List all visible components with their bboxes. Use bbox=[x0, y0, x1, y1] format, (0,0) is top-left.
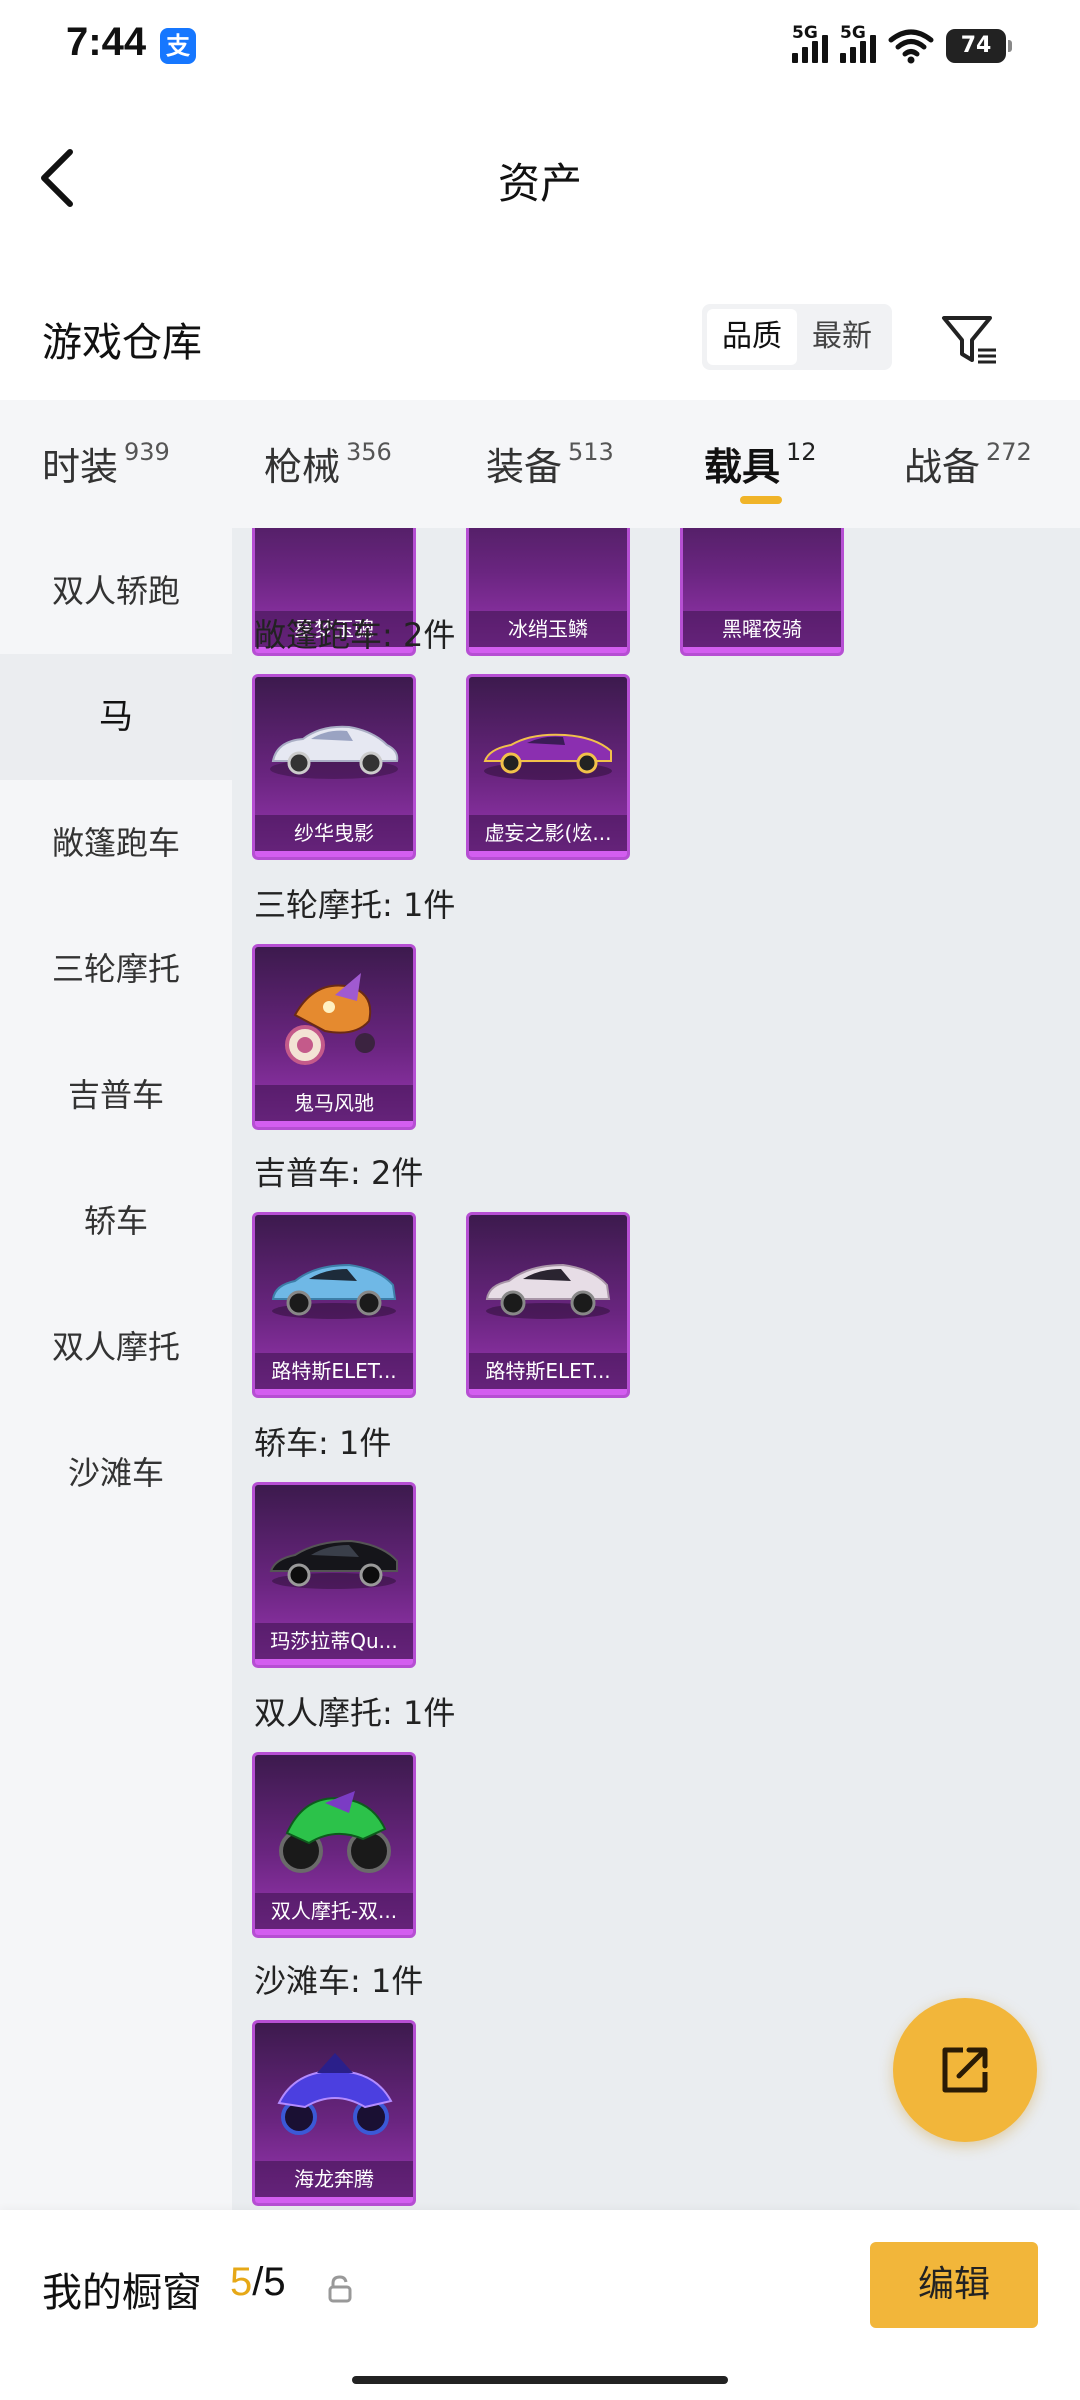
item-name: 海龙奔腾 bbox=[255, 2161, 413, 2197]
tab-label: 装备 bbox=[486, 445, 563, 489]
warehouse-row: 游戏仓库 品质 最新 bbox=[0, 290, 1080, 390]
section-title-sedan: 轿车: 1件 bbox=[254, 1424, 392, 1462]
sort-quality-button[interactable]: 品质 bbox=[707, 309, 797, 365]
battery-indicator: 74 bbox=[946, 29, 1012, 63]
subnav-item-horse[interactable]: 马 bbox=[0, 654, 232, 780]
item-card[interactable]: 路特斯ELET... bbox=[252, 1212, 416, 1398]
showcase-total: /5 bbox=[252, 2260, 286, 2304]
status-time: 7:44 bbox=[66, 20, 147, 64]
item-name: 双人摩托-双... bbox=[255, 1893, 413, 1929]
tab-label: 枪械 bbox=[264, 445, 341, 489]
home-indicator[interactable] bbox=[352, 2376, 728, 2384]
signal-1-label: 5G bbox=[792, 23, 818, 43]
item-card[interactable]: 纱华曳影 bbox=[252, 674, 416, 860]
vehicle-subnav: 双人轿跑 马 敞篷跑车 三轮摩托 吉普车 轿车 双人摩托 沙滩车 bbox=[0, 528, 232, 2210]
showcase-bar: 我的橱窗 5/5 编辑 bbox=[0, 2210, 1080, 2400]
tab-count: 12 bbox=[786, 438, 817, 466]
section-title-jeep: 吉普车: 2件 bbox=[254, 1154, 424, 1192]
item-name: 黑曜夜骑 bbox=[683, 611, 841, 647]
item-card[interactable]: 黑曜夜骑 bbox=[680, 528, 844, 656]
section-title-beach-buggy: 沙滩车: 1件 bbox=[254, 1962, 424, 2000]
alipay-icon: 支 bbox=[160, 28, 196, 64]
page-title: 资产 bbox=[497, 159, 582, 208]
tab-count: 513 bbox=[568, 438, 614, 466]
sort-toggle: 品质 最新 bbox=[702, 304, 892, 370]
subnav-item-beach-buggy[interactable]: 沙滩车 bbox=[0, 1410, 232, 1536]
section-title-double-moto: 双人摩托: 1件 bbox=[254, 1694, 456, 1732]
item-card[interactable]: 虚妄之影(炫... bbox=[466, 674, 630, 860]
sedan-black-image bbox=[269, 1539, 398, 1589]
share-external-icon bbox=[942, 2047, 988, 2093]
item-name: 路特斯ELET... bbox=[469, 1353, 627, 1389]
cellular-signal-2-icon: 5G bbox=[840, 23, 876, 63]
item-name: 玛莎拉蒂Qu... bbox=[255, 1623, 413, 1659]
share-fab-button[interactable] bbox=[893, 1998, 1037, 2142]
section-title-trike: 三轮摩托: 1件 bbox=[254, 886, 456, 924]
subnav-item-sedan[interactable]: 轿车 bbox=[0, 1158, 232, 1284]
subnav-item-trike[interactable]: 三轮摩托 bbox=[0, 906, 232, 1032]
cellular-signal-1-icon: 5G bbox=[792, 23, 828, 63]
tab-vehicles[interactable]: 载具 12 bbox=[704, 436, 817, 491]
sort-newest-button[interactable]: 最新 bbox=[797, 309, 887, 365]
motorcycle-green-image bbox=[279, 1791, 391, 1873]
item-card[interactable]: 冰绡玉鳞 bbox=[466, 528, 630, 656]
wifi-icon bbox=[888, 29, 934, 64]
tab-label: 时装 bbox=[42, 445, 119, 489]
tab-count: 939 bbox=[124, 438, 170, 466]
status-indicators: 5G 5G 74 bbox=[792, 23, 1012, 68]
item-card[interactable]: 鬼马风驰 bbox=[252, 944, 416, 1130]
tab-equipment[interactable]: 装备 513 bbox=[486, 436, 614, 491]
item-card[interactable]: 双人摩托-双... bbox=[252, 1752, 416, 1938]
trike-image bbox=[285, 973, 375, 1065]
vintage-car-image bbox=[270, 725, 399, 779]
subnav-item-convertible[interactable]: 敞篷跑车 bbox=[0, 780, 232, 906]
vehicle-content: 星梦玉骢 冰绡玉鳞 黑曜夜骑 敞篷跑车: 2件 纱华曳影 虚妄之影(炫... 三… bbox=[232, 528, 1080, 2210]
tab-count: 356 bbox=[346, 438, 392, 466]
item-name: 纱华曳影 bbox=[255, 815, 413, 851]
subnav-item-double-moto[interactable]: 双人摩托 bbox=[0, 1284, 232, 1410]
suv-blue-image bbox=[271, 1263, 397, 1319]
buggy-blue-image bbox=[277, 2053, 393, 2135]
tab-label: 战备 bbox=[904, 445, 981, 489]
active-tab-indicator bbox=[740, 496, 782, 504]
tab-label: 载具 bbox=[704, 445, 781, 489]
subnav-item-double-coupe[interactable]: 双人轿跑 bbox=[0, 528, 232, 654]
showcase-label: 我的橱窗 bbox=[42, 2270, 202, 2316]
item-name: 鬼马风驰 bbox=[255, 1085, 413, 1121]
muscle-car-image bbox=[483, 733, 612, 780]
filter-icon[interactable] bbox=[940, 312, 1000, 368]
item-card[interactable]: 路特斯ELET... bbox=[466, 1212, 630, 1398]
lock-icon[interactable] bbox=[326, 2274, 354, 2304]
tab-fashion[interactable]: 时装 939 bbox=[42, 436, 170, 491]
tab-guns[interactable]: 枪械 356 bbox=[264, 436, 392, 491]
tab-count: 272 bbox=[986, 438, 1032, 466]
item-name: 虚妄之影(炫... bbox=[469, 815, 627, 851]
showcase-used: 5 bbox=[230, 2260, 253, 2304]
item-name: 路特斯ELET... bbox=[255, 1353, 413, 1389]
status-bar: 7:44 支 5G 5G 74 bbox=[0, 0, 1080, 92]
section-title-convertible: 敞篷跑车: 2件 bbox=[254, 616, 456, 654]
item-card[interactable]: 海龙奔腾 bbox=[252, 2020, 416, 2206]
subnav-item-jeep[interactable]: 吉普车 bbox=[0, 1032, 232, 1158]
header: 资产 bbox=[0, 120, 1080, 240]
item-card[interactable]: 玛莎拉蒂Qu... bbox=[252, 1482, 416, 1668]
suv-silver-image bbox=[485, 1263, 611, 1319]
category-tabs: 时装 939 枪械 356 装备 513 载具 12 战备 272 bbox=[0, 400, 1080, 528]
item-name: 冰绡玉鳞 bbox=[469, 611, 627, 647]
tab-supplies[interactable]: 战备 272 bbox=[904, 436, 1032, 491]
warehouse-title: 游戏仓库 bbox=[42, 320, 202, 366]
showcase-count: 5/5 bbox=[230, 2260, 286, 2305]
edit-button[interactable]: 编辑 bbox=[870, 2242, 1038, 2328]
signal-2-label: 5G bbox=[840, 23, 866, 43]
